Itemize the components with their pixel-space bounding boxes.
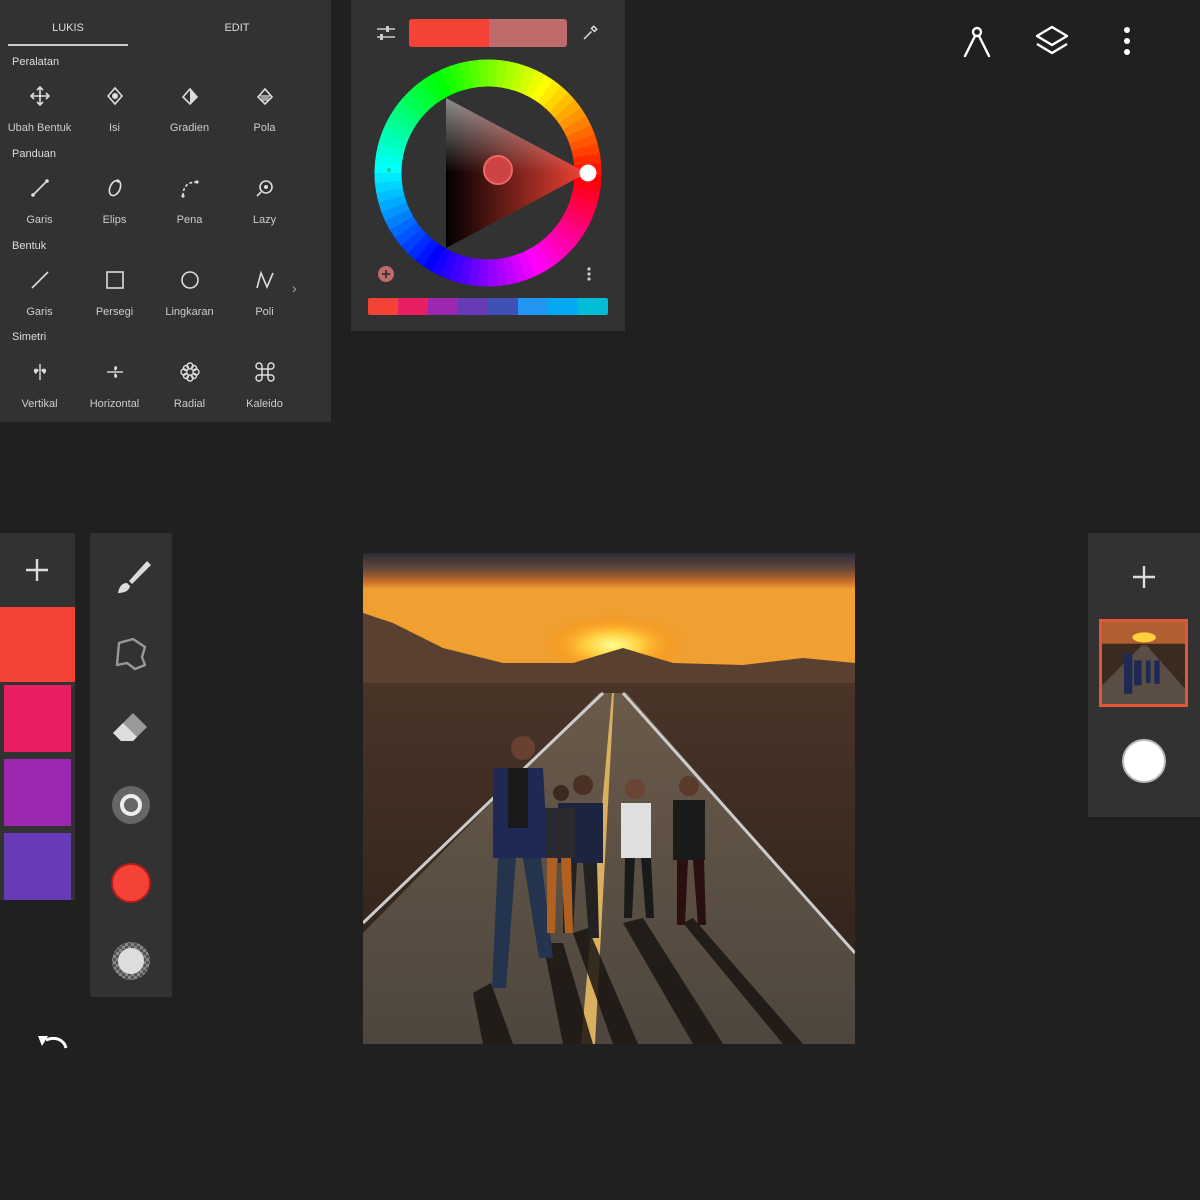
- symmetry-radial[interactable]: Radial: [152, 350, 227, 420]
- symmetry-vertical[interactable]: Vertikal: [2, 350, 77, 420]
- color-more-icon[interactable]: [585, 266, 593, 282]
- shape-poly[interactable]: Poli: [227, 258, 302, 328]
- guide-line[interactable]: Garis: [2, 166, 77, 236]
- color-wheel[interactable]: [373, 58, 603, 288]
- tool-gradient[interactable]: Gradien: [152, 74, 227, 144]
- section-guides-label: Panduan: [12, 148, 57, 160]
- opacity-icon[interactable]: [107, 937, 155, 985]
- palette-swatch[interactable]: [4, 833, 71, 900]
- recent-color-swatch[interactable]: [398, 298, 428, 315]
- section-shapes-label: Bentuk: [12, 240, 47, 252]
- tool-transform[interactable]: Ubah Bentuk: [2, 74, 77, 144]
- current-color-icon[interactable]: [107, 859, 155, 907]
- pattern-icon: [256, 87, 274, 106]
- recent-color-swatch[interactable]: [368, 298, 398, 315]
- radial-symmetry-icon: [180, 362, 200, 382]
- more-shapes-chevron[interactable]: ›: [292, 280, 297, 296]
- shape-circle[interactable]: Lingkaran: [152, 258, 227, 328]
- tool-pattern[interactable]: Pola: [227, 74, 302, 144]
- previous-color-swatch[interactable]: [489, 19, 567, 47]
- hue-handle[interactable]: [579, 164, 597, 182]
- palette-swatch[interactable]: [4, 759, 71, 826]
- palette-swatch[interactable]: [4, 685, 71, 752]
- shape-line[interactable]: Garis: [2, 258, 77, 328]
- recent-color-swatch[interactable]: [488, 298, 518, 315]
- eyedropper-icon[interactable]: [581, 24, 599, 42]
- polyline-icon: [256, 270, 274, 290]
- layer-thumbnail[interactable]: [1099, 619, 1188, 707]
- current-color-swatch: [409, 19, 489, 47]
- kaleido-icon: [255, 362, 275, 382]
- fill-icon: [106, 86, 124, 106]
- layer-panel: [1088, 533, 1200, 817]
- square-icon: [106, 271, 124, 289]
- guide-ellipse[interactable]: Elips: [77, 166, 152, 236]
- brush-toolbar: [90, 533, 172, 997]
- tab-paint[interactable]: LUKIS: [8, 0, 128, 46]
- shape-square[interactable]: Persegi: [77, 258, 152, 328]
- recent-color-swatch[interactable]: [458, 298, 488, 315]
- sliders-icon[interactable]: [375, 24, 397, 42]
- more-vert-icon[interactable]: [1120, 26, 1134, 56]
- add-layer-icon[interactable]: [1131, 564, 1157, 590]
- tool-fill[interactable]: Isi: [77, 74, 152, 144]
- eraser-icon[interactable]: [107, 705, 155, 753]
- brush-icon[interactable]: [107, 553, 155, 601]
- recent-color-swatch[interactable]: [518, 298, 548, 315]
- color-picker-panel: [351, 0, 625, 331]
- palette-swatch-selected[interactable]: [0, 607, 75, 682]
- add-swatch-icon[interactable]: [24, 557, 50, 583]
- layer-visibility-icon[interactable]: [1121, 738, 1167, 784]
- tool-panel: LUKIS EDIT Peralatan Panduan Bentuk Sime…: [0, 0, 331, 422]
- undo-icon[interactable]: [34, 1030, 70, 1052]
- circle-icon: [181, 271, 199, 289]
- brush-size-icon[interactable]: [107, 781, 155, 829]
- vertical-symmetry-icon: [33, 364, 47, 380]
- canvas-artwork[interactable]: [363, 553, 855, 1044]
- line-icon: [31, 271, 49, 289]
- guide-lazy[interactable]: Lazy: [227, 166, 302, 236]
- recent-color-swatch[interactable]: [428, 298, 458, 315]
- guide-line-icon: [31, 179, 49, 197]
- section-symmetry-label: Simetri: [12, 331, 47, 343]
- symmetry-horizontal[interactable]: Horizontal: [77, 350, 152, 420]
- recent-colors-strip: [368, 298, 608, 315]
- layer-thumbnail-image: [1102, 622, 1185, 704]
- ellipse-icon: [108, 179, 122, 197]
- tab-edit[interactable]: EDIT: [177, 0, 297, 46]
- recent-color-swatch[interactable]: [578, 298, 608, 315]
- lazy-icon: [256, 180, 273, 197]
- add-color-icon[interactable]: [377, 265, 395, 283]
- color-selector-handle[interactable]: [483, 155, 513, 185]
- recent-color-swatch[interactable]: [548, 298, 578, 315]
- smudge-icon[interactable]: [107, 629, 155, 677]
- layers-icon[interactable]: [1034, 24, 1070, 58]
- symmetry-kaleido[interactable]: Kaleido: [227, 350, 302, 420]
- pen-curve-icon: [181, 180, 199, 198]
- guide-pen[interactable]: Pena: [152, 166, 227, 236]
- move-icon: [29, 85, 51, 107]
- horizontal-symmetry-icon: [107, 366, 123, 378]
- compass-ruler-icon[interactable]: [962, 24, 992, 60]
- color-palette: [0, 533, 75, 900]
- gradient-icon: [181, 87, 199, 106]
- section-tools-label: Peralatan: [12, 56, 60, 68]
